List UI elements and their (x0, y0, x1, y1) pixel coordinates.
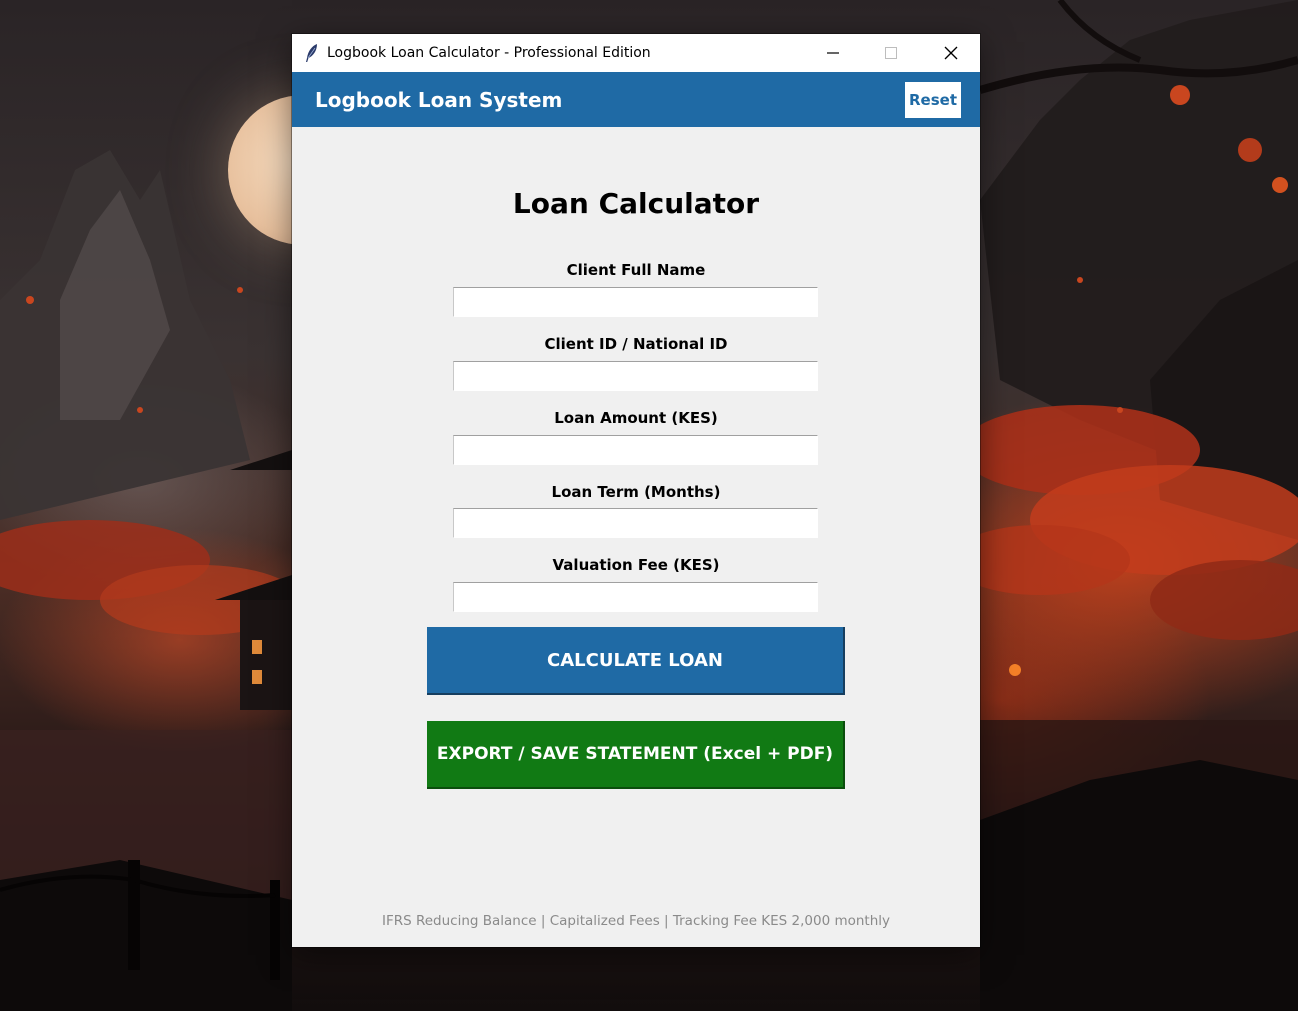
valuation-fee-input[interactable] (453, 582, 818, 612)
client-name-input[interactable] (453, 287, 818, 317)
feather-icon (306, 44, 317, 62)
title-bar[interactable]: Logbook Loan Calculator - Professional E… (292, 34, 980, 72)
close-icon (944, 46, 958, 60)
page-title: Loan Calculator (512, 187, 760, 220)
loan-amount-label: Loan Amount (KES) (554, 409, 718, 427)
maximize-button[interactable] (862, 34, 920, 72)
loan-term-input[interactable] (453, 508, 818, 538)
app-window: Logbook Loan Calculator - Professional E… (292, 34, 980, 947)
export-statement-button[interactable]: EXPORT / SAVE STATEMENT (Excel + PDF) (427, 721, 845, 789)
client-name-label: Client Full Name (566, 261, 706, 279)
loan-amount-input[interactable] (453, 435, 818, 465)
calculate-loan-button[interactable]: CALCULATE LOAN (427, 627, 845, 695)
client-id-label: Client ID / National ID (544, 335, 728, 353)
reset-button[interactable]: Reset (905, 82, 961, 118)
app-header: Logbook Loan System Reset (292, 72, 980, 127)
minimize-button[interactable] (804, 34, 862, 72)
window-title: Logbook Loan Calculator - Professional E… (327, 45, 651, 61)
maximize-icon (885, 47, 897, 59)
close-button[interactable] (922, 34, 980, 72)
client-id-input[interactable] (453, 361, 818, 391)
minimize-icon (827, 52, 839, 54)
header-title: Logbook Loan System (315, 88, 563, 112)
footer-note: IFRS Reducing Balance | Capitalized Fees… (381, 913, 891, 929)
loan-term-label: Loan Term (Months) (551, 483, 721, 501)
valuation-fee-label: Valuation Fee (KES) (552, 556, 720, 574)
